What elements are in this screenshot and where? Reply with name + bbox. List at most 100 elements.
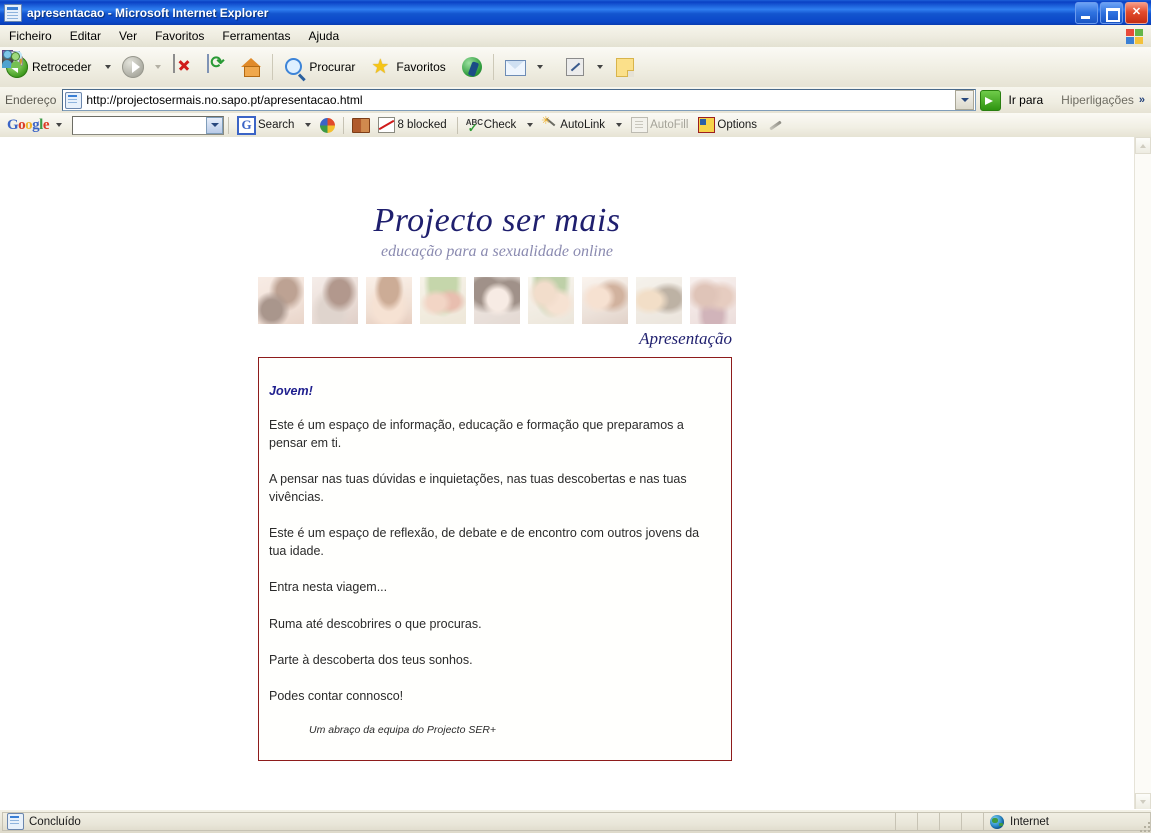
thumbnail-strip [258,276,736,324]
page-content: Projecto ser mais educação para a sexual… [258,138,736,762]
thumbnail-image[interactable] [366,276,412,324]
page-status-icon [7,813,24,830]
maximize-button[interactable] [1100,2,1123,24]
panel-heading: Jovem! [269,383,313,398]
edit-button[interactable] [558,50,592,84]
google-autolink-button[interactable]: AutoLink [539,114,610,135]
google-autofill-button: AutoFill [628,115,693,135]
google-search-caret-icon[interactable] [305,123,312,127]
research-button[interactable] [2,50,652,84]
people-button[interactable] [2,50,672,84]
thumbnail-image[interactable] [258,276,304,324]
scrollbar-track[interactable] [1135,154,1151,793]
links-chevron-icon[interactable]: » [1136,94,1151,106]
autolink-caret-icon[interactable] [616,123,623,127]
check-caret-icon[interactable] [527,123,534,127]
google-globe-button[interactable] [317,115,338,135]
refresh-button[interactable] [200,50,234,84]
notes-button[interactable] [608,50,642,84]
google-search-button[interactable]: G Search [234,115,299,135]
status-bar: Concluído Internet [0,809,1151,833]
back-dropdown-icon[interactable] [105,65,112,69]
google-popup-blocker[interactable]: 8 blocked [375,115,451,135]
print-button[interactable] [2,50,558,84]
thumbnail-image[interactable] [690,276,736,324]
menu-favoritos[interactable]: Favoritos [147,27,212,45]
google-search-input[interactable] [72,115,225,135]
go-button[interactable]: Ir para [976,89,1055,111]
favorites-button-label: Favoritos [396,60,446,74]
panel-paragraph: Este é um espaço de reflexão, de debate … [269,526,700,559]
thumbnail-image[interactable] [420,276,466,324]
stop-button[interactable] [166,50,200,84]
mail-button[interactable] [498,50,532,84]
menu-ajuda[interactable]: Ajuda [300,27,347,45]
search-button[interactable]: Procurar [277,50,364,84]
ie-window: apresentacao - Microsoft Internet Explor… [0,0,1151,833]
panel-paragraph: Este é um espaço de informação, educação… [269,417,684,450]
security-zone-cell[interactable]: Internet [983,812,1151,831]
autofill-label: AutoFill [650,119,689,131]
google-separator-1 [228,116,230,134]
status-text: Concluído [29,815,81,828]
status-spacer-1 [895,812,917,831]
address-input[interactable]: http://projectosermais.no.sapo.pt/aprese… [62,89,977,111]
menu-editar[interactable]: Editar [62,27,109,45]
scroll-up-button[interactable] [1135,137,1151,154]
google-options-button[interactable]: Options [695,115,762,135]
google-bookmarks-button[interactable] [349,115,373,135]
address-label: Endereço [5,93,57,107]
mail-dropdown-icon[interactable] [536,65,543,69]
thumbnail-image[interactable] [312,276,358,324]
forward-button[interactable] [116,50,150,84]
autolink-label: AutoLink [560,119,606,131]
blocked-count-label: 8 blocked [397,119,447,131]
spellcheck-icon: ABC [466,118,483,135]
edit-page-icon [563,55,587,79]
google-logo[interactable]: Google [0,117,51,134]
google-menu-caret-icon[interactable] [56,123,63,127]
links-label[interactable]: Hiperligações [1055,93,1136,107]
address-url-text: http://projectosermais.no.sapo.pt/aprese… [86,93,363,107]
google-highlight-button[interactable] [764,115,786,135]
google-separator-2 [343,116,345,134]
home-button[interactable] [234,50,268,84]
forward-arrow-icon [121,55,145,79]
scroll-down-button[interactable] [1135,793,1151,810]
section-title: Apresentação [639,328,732,348]
panel-paragraph: Podes contar connosco! [269,688,404,703]
internet-zone-icon [990,815,1004,829]
menu-ficheiro[interactable]: Ficheiro [1,27,60,45]
check-label: Check [483,119,517,131]
address-dropdown-button[interactable] [955,90,975,110]
google-search-dropdown[interactable] [206,116,224,134]
page-icon [4,3,22,22]
globe-icon [320,117,336,133]
mail-icon [503,55,527,79]
media-button[interactable] [455,50,489,84]
edit-dropdown-icon[interactable] [596,65,603,69]
thumbnail-image[interactable] [636,276,682,324]
google-g-icon: G [237,115,257,135]
star-icon: ★ [371,56,390,78]
menu-ver[interactable]: Ver [111,27,145,45]
wand-icon [541,114,558,133]
search-icon [282,55,306,79]
vertical-scrollbar[interactable] [1134,137,1151,810]
messenger-button[interactable] [2,50,662,84]
resize-grip[interactable] [1136,818,1150,832]
menu-ferramentas[interactable]: Ferramentas [214,27,298,45]
google-check-button[interactable]: ABC Check [463,115,522,135]
thumbnail-image[interactable] [528,276,574,324]
favorites-button[interactable]: ★ Favoritos [364,50,454,84]
blocked-popup-icon [378,117,396,133]
close-button[interactable]: ✕ [1125,2,1148,24]
back-button-label: Retroceder [32,60,92,74]
minimize-button[interactable] [1075,2,1098,24]
window-title: apresentacao - Microsoft Internet Explor… [27,5,269,20]
stop-icon [171,54,195,79]
status-spacer-3 [939,812,961,831]
status-message-cell: Concluído [2,812,895,831]
thumbnail-image[interactable] [474,276,520,324]
thumbnail-image[interactable] [582,276,628,324]
